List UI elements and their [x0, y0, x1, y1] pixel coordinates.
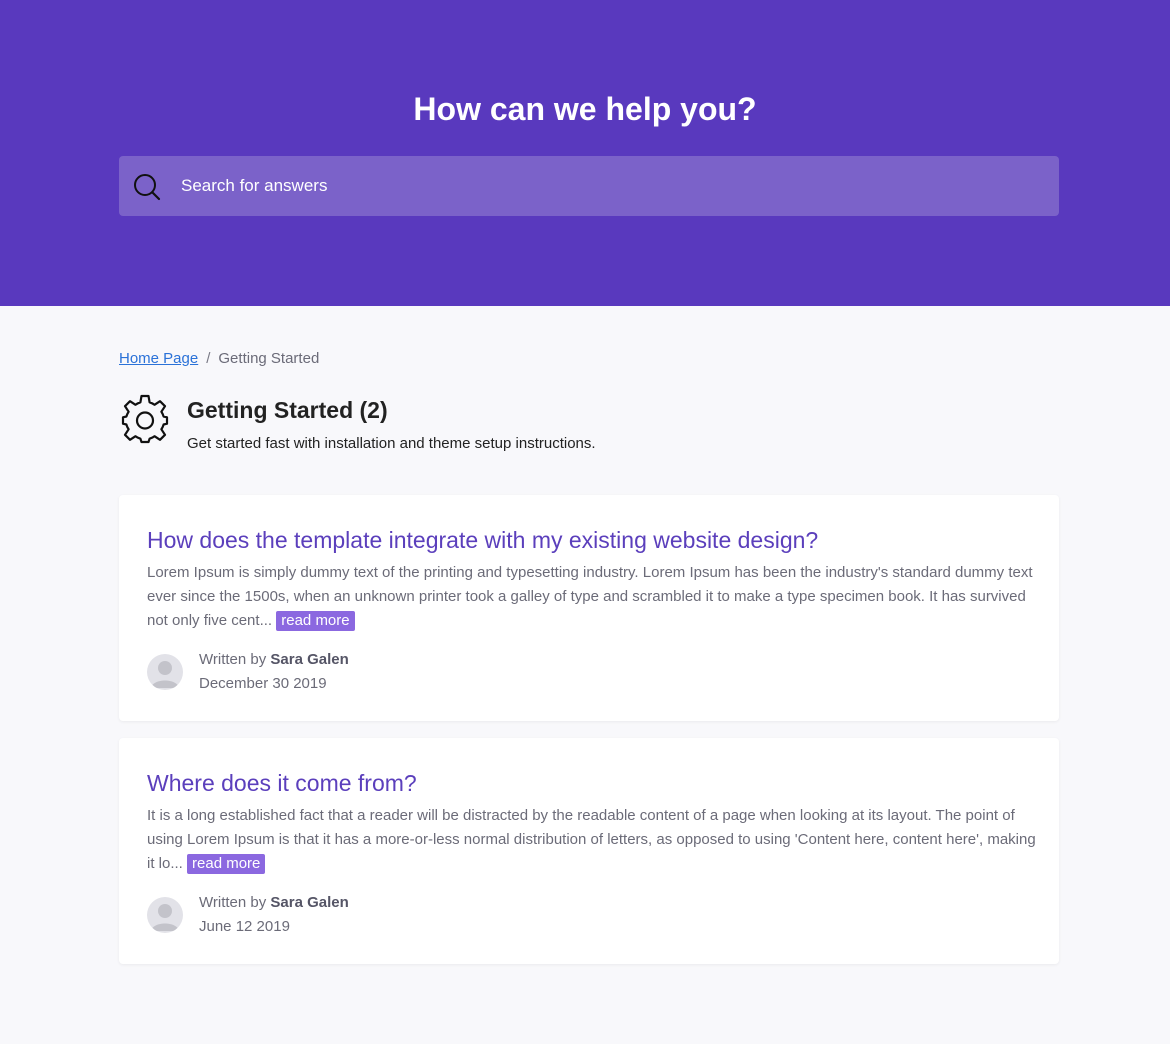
article-date: June 12 2019 [199, 918, 290, 935]
avatar [147, 654, 183, 690]
gear-icon [121, 394, 169, 444]
article-title-link[interactable]: How does the template integrate with my … [147, 525, 818, 555]
category-title: Getting Started (2) [187, 397, 388, 423]
user-avatar-icon [151, 661, 179, 688]
author-name: Sara Galen [270, 894, 349, 911]
author-name: Sara Galen [270, 651, 349, 668]
category-description: Get started fast with installation and t… [187, 435, 596, 452]
article-excerpt: It is a long established fact that a rea… [147, 804, 1037, 876]
article-excerpt: Lorem Ipsum is simply dummy text of the … [147, 561, 1037, 633]
breadcrumb-home-link[interactable]: Home Page [119, 350, 198, 367]
article-title-link[interactable]: Where does it come from? [147, 768, 417, 798]
article-meta: Written by Sara Galen June 12 2019 [199, 891, 349, 939]
article-date: December 30 2019 [199, 675, 327, 692]
hero-title: How can we help you? [413, 91, 757, 127]
user-avatar-icon [151, 904, 179, 931]
read-more-button[interactable]: read more [187, 854, 266, 874]
written-by-label: Written by [199, 894, 267, 911]
search-icon[interactable] [132, 172, 162, 202]
search-input[interactable] [175, 156, 1045, 216]
article-excerpt-text: It is a long established fact that a rea… [147, 807, 1036, 872]
article-card: How does the template integrate with my … [119, 495, 1059, 721]
breadcrumb: Home Page / Getting Started [119, 349, 319, 369]
article-card: Where does it come from? It is a long es… [119, 738, 1059, 964]
avatar [147, 897, 183, 933]
written-by-label: Written by [199, 651, 267, 668]
breadcrumb-separator: / [206, 350, 211, 367]
breadcrumb-current: Getting Started [218, 350, 320, 367]
read-more-button[interactable]: read more [276, 611, 355, 631]
article-meta: Written by Sara Galen December 30 2019 [199, 648, 349, 696]
search-box[interactable] [119, 156, 1059, 216]
hero-banner: How can we help you? [0, 0, 1170, 306]
